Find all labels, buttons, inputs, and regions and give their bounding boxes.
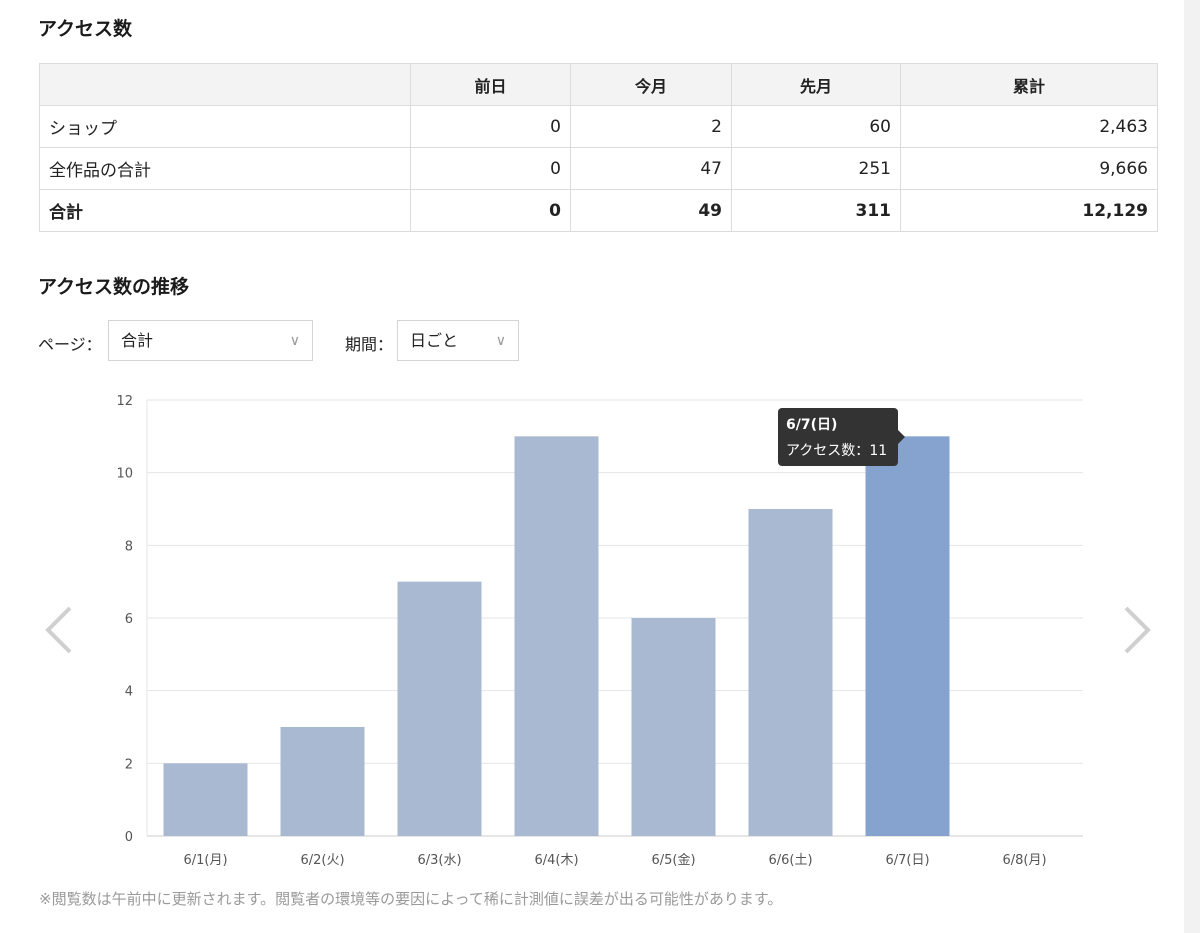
x-tick-label: 6/3(水) xyxy=(417,853,461,868)
table-cell: 2 xyxy=(570,105,732,148)
tooltip-label: アクセス数： xyxy=(786,443,870,459)
chevron-down-icon: ∨ xyxy=(495,333,506,349)
access-stats-table: 前日 今月 先月 累計 ショップ 0 2 60 2,463 全作品の合計 0 4… xyxy=(39,63,1158,232)
bar xyxy=(514,436,599,836)
prev-period-button[interactable] xyxy=(40,600,80,660)
table-row-total: 合計 0 49 311 12,129 xyxy=(39,189,1158,232)
chevron-right-icon xyxy=(1124,606,1151,654)
tooltip-value: 11 xyxy=(869,443,888,459)
x-tick-label: 6/6(土) xyxy=(768,853,812,868)
x-tick-label: 6/2(火) xyxy=(300,853,344,868)
table-cell: 49 xyxy=(570,189,732,232)
column-header: 累計 xyxy=(900,63,1158,106)
period-select[interactable]: 日ごと ∨ xyxy=(397,320,519,361)
page-select[interactable]: 合計 ∨ xyxy=(108,320,313,361)
bar xyxy=(397,581,482,836)
y-tick-label: 4 xyxy=(125,685,133,700)
table-cell: 311 xyxy=(731,189,901,232)
bar xyxy=(631,618,716,836)
column-header: 先月 xyxy=(731,63,901,106)
table-cell: 9,666 xyxy=(900,147,1158,190)
page-filter-label: ページ： xyxy=(38,335,102,354)
y-tick-label: 0 xyxy=(125,830,133,845)
period-select-value: 日ごと xyxy=(410,331,459,350)
chevron-left-icon xyxy=(45,606,72,654)
bar-tooltip: 6/7(日) アクセス数：11 xyxy=(778,408,905,466)
bar xyxy=(163,763,248,836)
x-tick-label: 6/4(木) xyxy=(534,853,578,868)
table-cell: 2,463 xyxy=(900,105,1158,148)
table-cell: 12,129 xyxy=(900,189,1158,232)
table-cell: 0 xyxy=(410,189,571,232)
table-cell: 0 xyxy=(410,105,571,148)
bar xyxy=(280,727,365,836)
column-header: 今月 xyxy=(570,63,732,106)
page-select-value: 合計 xyxy=(121,331,154,350)
table-cell: 60 xyxy=(731,105,901,148)
next-period-button[interactable] xyxy=(1118,600,1158,660)
x-tick-label: 6/7(日) xyxy=(885,853,929,868)
period-filter-label: 期間： xyxy=(345,335,394,354)
bar xyxy=(748,509,833,836)
bar xyxy=(865,436,950,836)
tooltip-title: 6/7(日) xyxy=(786,417,838,433)
access-count-heading: アクセス数 xyxy=(38,18,133,40)
chevron-down-icon: ∨ xyxy=(289,333,300,349)
tooltip-row: アクセス数：11 xyxy=(786,440,890,460)
y-tick-label: 8 xyxy=(125,539,133,554)
column-header: 前日 xyxy=(410,63,571,106)
row-label: 全作品の合計 xyxy=(39,147,411,190)
y-tick-label: 10 xyxy=(116,467,133,482)
table-cell: 0 xyxy=(410,147,571,190)
table-row: 全作品の合計 0 47 251 9,666 xyxy=(39,147,1158,190)
access-trend-heading: アクセス数の推移 xyxy=(38,276,190,298)
footnote: ※閲覧数は午前中に更新されます。閲覧者の環境等の要因によって稀に計測値に誤差が出… xyxy=(39,890,783,908)
row-label: 合計 xyxy=(39,189,411,232)
column-header xyxy=(39,63,411,106)
table-cell: 47 xyxy=(570,147,732,190)
access-bar-chart: 0 2 4 6 8 10 12 6/1(月) 6/2(火) 6/3(水) 6/4(木) 6/5(金) 6… xyxy=(0,380,1200,880)
y-tick-label: 6 xyxy=(125,612,133,627)
x-tick-label: 6/8(月) xyxy=(1002,853,1046,868)
y-tick-label: 2 xyxy=(125,757,133,772)
y-tick-label: 12 xyxy=(116,394,133,409)
table-cell: 251 xyxy=(731,147,901,190)
x-tick-label: 6/5(金) xyxy=(651,852,695,868)
table-header-row: 前日 今月 先月 累計 xyxy=(39,63,1158,106)
table-row: ショップ 0 2 60 2,463 xyxy=(39,105,1158,148)
chart-svg: 0 2 4 6 8 10 12 6/1(月) 6/2(火) 6/3(水) 6/4(木) 6/5(金) 6… xyxy=(116,394,1083,868)
row-label: ショップ xyxy=(39,105,411,148)
x-tick-label: 6/1(月) xyxy=(183,853,227,868)
